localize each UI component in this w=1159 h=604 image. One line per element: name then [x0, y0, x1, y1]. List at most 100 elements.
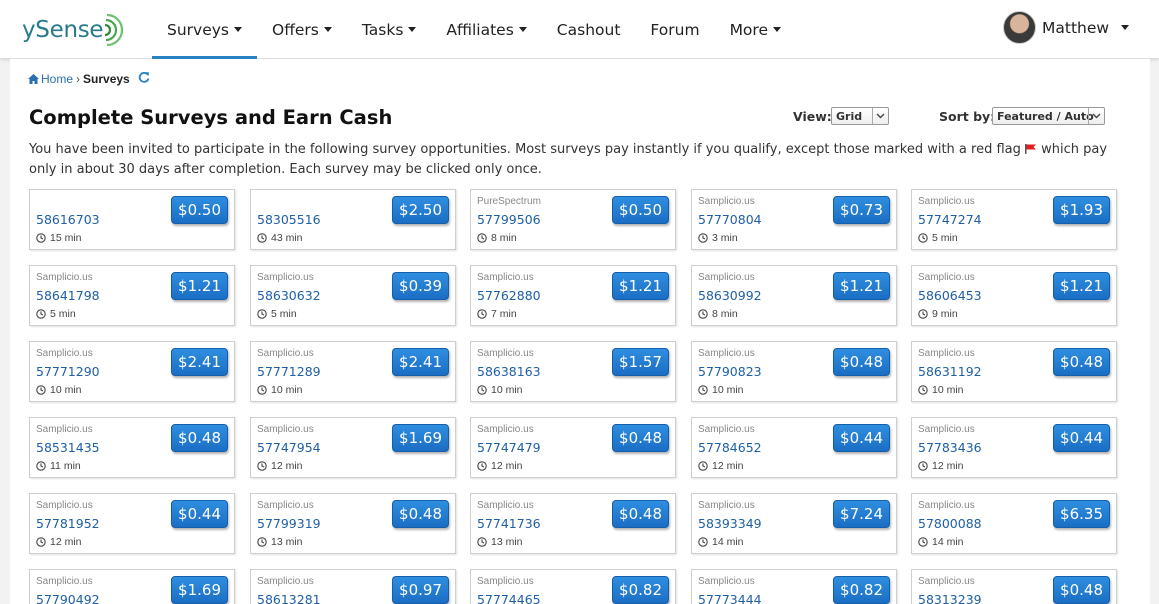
survey-id-link[interactable]: 58630992: [698, 288, 762, 303]
survey-price-button[interactable]: $6.35: [1053, 500, 1110, 528]
survey-card[interactable]: Samplicio.us 57741736 13 min $0.48: [470, 493, 676, 554]
survey-card[interactable]: Samplicio.us 57774465 $0.82: [470, 569, 676, 604]
sort-select[interactable]: Featured / Auto: [992, 107, 1105, 125]
survey-card[interactable]: Samplicio.us 57799319 13 min $0.48: [250, 493, 456, 554]
survey-price-button[interactable]: $0.39: [392, 272, 449, 300]
survey-card[interactable]: Samplicio.us 58641798 5 min $1.21: [29, 265, 235, 326]
survey-price-button[interactable]: $0.97: [392, 576, 449, 604]
survey-id-link[interactable]: 58631192: [918, 364, 982, 379]
survey-price-button[interactable]: $0.48: [612, 500, 669, 528]
survey-card[interactable]: Samplicio.us 57771290 10 min $2.41: [29, 341, 235, 402]
survey-card[interactable]: Samplicio.us 57747479 12 min $0.48: [470, 417, 676, 478]
survey-price-button[interactable]: $0.50: [171, 196, 228, 224]
nav-item-surveys[interactable]: Surveys: [152, 0, 257, 59]
survey-price-button[interactable]: $1.57: [612, 348, 669, 376]
survey-price-button[interactable]: $0.82: [833, 576, 890, 604]
survey-id-link[interactable]: 58613281: [257, 592, 321, 604]
survey-card[interactable]: Samplicio.us 58630992 8 min $1.21: [691, 265, 897, 326]
nav-item-forum[interactable]: Forum: [635, 0, 714, 59]
survey-id-link[interactable]: 58638163: [477, 364, 541, 379]
survey-price-button[interactable]: $1.69: [171, 576, 228, 604]
survey-id-link[interactable]: 57762880: [477, 288, 541, 303]
survey-price-button[interactable]: $0.48: [833, 348, 890, 376]
survey-id-link[interactable]: 57790823: [698, 364, 762, 379]
survey-card[interactable]: Samplicio.us 58631192 10 min $0.48: [911, 341, 1117, 402]
nav-item-cashout[interactable]: Cashout: [542, 0, 636, 59]
survey-id-link[interactable]: 57747954: [257, 440, 321, 455]
survey-price-button[interactable]: $0.48: [612, 424, 669, 452]
survey-price-button[interactable]: $1.21: [171, 272, 228, 300]
survey-price-button[interactable]: $0.73: [833, 196, 890, 224]
survey-id-link[interactable]: 58531435: [36, 440, 100, 455]
survey-card[interactable]: Samplicio.us 58393349 14 min $7.24: [691, 493, 897, 554]
survey-id-link[interactable]: 57741736: [477, 516, 541, 531]
survey-card[interactable]: Samplicio.us 58630632 5 min $0.39: [250, 265, 456, 326]
ysense-logo[interactable]: ySense: [22, 10, 124, 50]
survey-id-link[interactable]: 57770804: [698, 212, 762, 227]
survey-id-link[interactable]: 57773444: [698, 592, 762, 604]
survey-id-link[interactable]: 58606453: [918, 288, 982, 303]
survey-id-link[interactable]: 58616703: [36, 212, 100, 227]
survey-price-button[interactable]: $2.41: [392, 348, 449, 376]
survey-id-link[interactable]: 57781952: [36, 516, 100, 531]
refresh-icon[interactable]: [138, 71, 150, 86]
survey-id-link[interactable]: 57747479: [477, 440, 541, 455]
survey-card[interactable]: Samplicio.us 58613281 $0.97: [250, 569, 456, 604]
survey-card[interactable]: PureSpectrum 57799506 8 min $0.50: [470, 189, 676, 250]
survey-card[interactable]: Samplicio.us 58638163 10 min $1.57: [470, 341, 676, 402]
survey-card[interactable]: Samplicio.us 57747954 12 min $1.69: [250, 417, 456, 478]
survey-card[interactable]: 58616703 15 min $0.50: [29, 189, 235, 250]
survey-card[interactable]: Samplicio.us 57770804 3 min $0.73: [691, 189, 897, 250]
survey-card[interactable]: Samplicio.us 57762880 7 min $1.21: [470, 265, 676, 326]
survey-card[interactable]: Samplicio.us 57781952 12 min $0.44: [29, 493, 235, 554]
nav-item-offers[interactable]: Offers: [257, 0, 347, 59]
survey-card[interactable]: 58305516 43 min $2.50: [250, 189, 456, 250]
survey-card[interactable]: Samplicio.us 57790823 10 min $0.48: [691, 341, 897, 402]
survey-price-button[interactable]: $1.21: [1053, 272, 1110, 300]
survey-id-link[interactable]: 58305516: [257, 212, 321, 227]
survey-id-link[interactable]: 57771290: [36, 364, 100, 379]
survey-id-link[interactable]: 57790492: [36, 592, 100, 604]
survey-price-button[interactable]: $0.82: [612, 576, 669, 604]
survey-card[interactable]: Samplicio.us 57790492 $1.69: [29, 569, 235, 604]
survey-card[interactable]: Samplicio.us 57800088 14 min $6.35: [911, 493, 1117, 554]
survey-card[interactable]: Samplicio.us 57747274 5 min $1.93: [911, 189, 1117, 250]
survey-price-button[interactable]: $0.44: [833, 424, 890, 452]
survey-price-button[interactable]: $0.48: [392, 500, 449, 528]
survey-price-button[interactable]: $0.44: [171, 500, 228, 528]
survey-id-link[interactable]: 57799319: [257, 516, 321, 531]
survey-id-link[interactable]: 57774465: [477, 592, 541, 604]
survey-price-button[interactable]: $1.69: [392, 424, 449, 452]
survey-price-button[interactable]: $0.50: [612, 196, 669, 224]
survey-id-link[interactable]: 58393349: [698, 516, 762, 531]
nav-item-more[interactable]: More: [715, 0, 796, 59]
survey-price-button[interactable]: $0.48: [1053, 348, 1110, 376]
survey-card[interactable]: Samplicio.us 58606453 9 min $1.21: [911, 265, 1117, 326]
survey-card[interactable]: Samplicio.us 57784652 12 min $0.44: [691, 417, 897, 478]
survey-card[interactable]: Samplicio.us 58313239 $0.48: [911, 569, 1117, 604]
user-menu[interactable]: Matthew: [1003, 11, 1130, 44]
survey-price-button[interactable]: $1.21: [833, 272, 890, 300]
breadcrumb-home[interactable]: Home: [28, 72, 73, 86]
survey-price-button[interactable]: $0.44: [1053, 424, 1110, 452]
survey-price-button[interactable]: $1.21: [612, 272, 669, 300]
survey-price-button[interactable]: $2.50: [392, 196, 449, 224]
survey-id-link[interactable]: 57799506: [477, 212, 541, 227]
survey-id-link[interactable]: 57783436: [918, 440, 982, 455]
view-select[interactable]: Grid: [831, 107, 889, 125]
survey-price-button[interactable]: $0.48: [171, 424, 228, 452]
survey-card[interactable]: Samplicio.us 57783436 12 min $0.44: [911, 417, 1117, 478]
survey-id-link[interactable]: 58630632: [257, 288, 321, 303]
nav-item-tasks[interactable]: Tasks: [347, 0, 432, 59]
survey-price-button[interactable]: $7.24: [833, 500, 890, 528]
survey-card[interactable]: Samplicio.us 57771289 10 min $2.41: [250, 341, 456, 402]
survey-id-link[interactable]: 57784652: [698, 440, 762, 455]
survey-id-link[interactable]: 58313239: [918, 592, 982, 604]
survey-price-button[interactable]: $0.48: [1053, 576, 1110, 604]
survey-card[interactable]: Samplicio.us 57773444 $0.82: [691, 569, 897, 604]
survey-price-button[interactable]: $2.41: [171, 348, 228, 376]
survey-price-button[interactable]: $1.93: [1053, 196, 1110, 224]
survey-id-link[interactable]: 57771289: [257, 364, 321, 379]
nav-item-affiliates[interactable]: Affiliates: [431, 0, 541, 59]
survey-id-link[interactable]: 58641798: [36, 288, 100, 303]
